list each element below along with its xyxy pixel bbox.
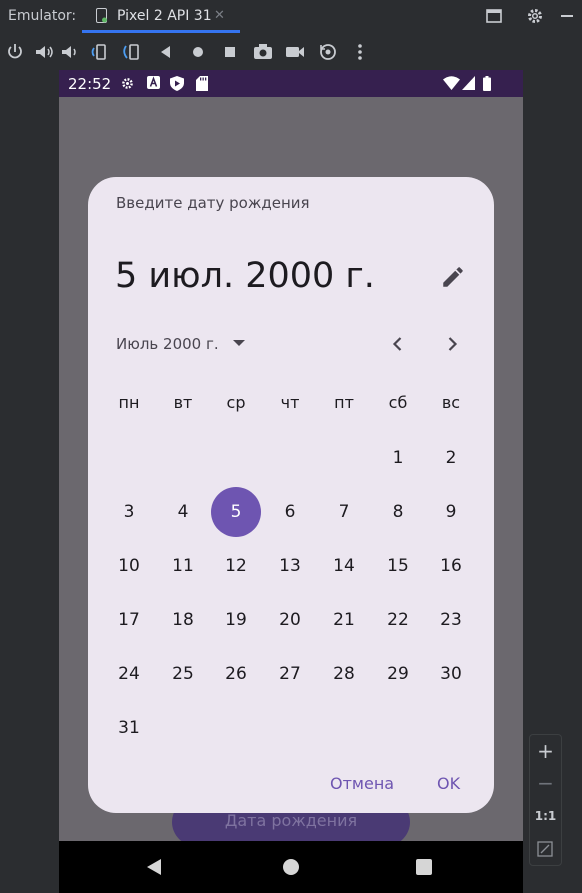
tab-label: Pixel 2 API 31 xyxy=(117,8,212,24)
status-bar: 22:52 xyxy=(59,70,523,97)
camera-icon[interactable] xyxy=(251,40,275,64)
calendar-day[interactable]: 4 xyxy=(158,487,208,537)
ide-tab-bar: Emulator: Pixel 2 API 31 ✕ xyxy=(0,0,582,33)
gear-icon[interactable] xyxy=(525,6,545,26)
month-year-selector[interactable]: Июль 2000 г. xyxy=(116,335,245,353)
calendar-day[interactable]: 3 xyxy=(104,487,154,537)
calendar-day[interactable]: 29 xyxy=(373,649,423,699)
ok-button[interactable]: OK xyxy=(437,774,460,793)
rotate-right-icon[interactable] xyxy=(120,40,144,64)
emulator-toolbar xyxy=(0,36,582,68)
tab-pixel-2-api-31[interactable]: Pixel 2 API 31 ✕ xyxy=(82,0,240,33)
calendar-day[interactable]: 11 xyxy=(158,541,208,591)
tab-active-indicator xyxy=(82,30,240,33)
calendar-day[interactable]: 17 xyxy=(104,595,154,645)
calendar-day[interactable]: 25 xyxy=(158,649,208,699)
calendar-day[interactable]: 24 xyxy=(104,649,154,699)
weekday-label: ср xyxy=(226,393,246,412)
calendar-day[interactable]: 12 xyxy=(211,541,261,591)
edit-pencil-icon[interactable] xyxy=(440,264,466,290)
cell-signal-icon xyxy=(462,76,475,90)
calendar-day[interactable]: 19 xyxy=(211,595,261,645)
previous-month-icon[interactable] xyxy=(386,332,410,356)
back-icon[interactable] xyxy=(154,40,178,64)
notification-a-icon xyxy=(147,76,160,89)
emulator-screen[interactable]: 22:52 Дата рождения Введите дату рождени… xyxy=(59,70,523,893)
zoom-in-button[interactable]: + xyxy=(530,739,561,763)
calendar-day[interactable]: 6 xyxy=(265,487,315,537)
wifi-icon xyxy=(443,76,460,90)
nav-back-icon[interactable] xyxy=(145,858,163,876)
weekday-label: пн xyxy=(118,393,140,412)
tab-close-icon[interactable]: ✕ xyxy=(214,8,225,23)
calendar-day[interactable]: 26 xyxy=(211,649,261,699)
video-icon[interactable] xyxy=(283,40,307,64)
power-icon[interactable] xyxy=(3,40,27,64)
overview-icon[interactable] xyxy=(218,40,242,64)
cancel-button[interactable]: Отмена xyxy=(330,774,394,793)
calendar-day[interactable]: 21 xyxy=(319,595,369,645)
calendar-day[interactable]: 15 xyxy=(373,541,423,591)
device-icon xyxy=(96,8,107,23)
calendar-day[interactable]: 22 xyxy=(373,595,423,645)
settings-icon xyxy=(122,78,133,89)
calendar-day[interactable]: 10 xyxy=(104,541,154,591)
weekday-label: пт xyxy=(334,393,354,412)
android-navigation-bar xyxy=(59,841,523,893)
calendar-day[interactable]: 31 xyxy=(104,703,154,753)
calendar-day[interactable]: 18 xyxy=(158,595,208,645)
rotate-left-icon[interactable] xyxy=(88,40,112,64)
calendar-day[interactable]: 23 xyxy=(426,595,476,645)
home-icon[interactable] xyxy=(186,40,210,64)
calendar-day[interactable]: 28 xyxy=(319,649,369,699)
nav-home-icon[interactable] xyxy=(282,858,300,876)
emulator-label: Emulator: xyxy=(8,8,77,24)
calendar-day[interactable]: 13 xyxy=(265,541,315,591)
more-icon[interactable] xyxy=(348,40,372,64)
calendar-day[interactable]: 14 xyxy=(319,541,369,591)
zoom-controls-panel: + − 1:1 xyxy=(529,734,562,866)
battery-icon xyxy=(483,76,491,91)
month-year-label: Июль 2000 г. xyxy=(116,335,219,353)
next-month-icon[interactable] xyxy=(440,332,464,356)
calendar-day[interactable]: 16 xyxy=(426,541,476,591)
weekday-label: чт xyxy=(280,393,300,412)
volume-down-icon[interactable] xyxy=(58,40,82,64)
calendar-day[interactable]: 2 xyxy=(426,433,476,483)
date-picker-dialog: Введите дату рождения 5 июл. 2000 г. Июл… xyxy=(88,177,494,813)
calendar-day[interactable]: 8 xyxy=(373,487,423,537)
minimize-icon[interactable] xyxy=(557,6,577,26)
weekday-label: вс xyxy=(441,393,461,412)
zoom-out-button[interactable]: − xyxy=(530,771,561,795)
calendar-day[interactable]: 20 xyxy=(265,595,315,645)
restore-window-icon[interactable] xyxy=(484,6,504,26)
weekday-label: вт xyxy=(173,393,193,412)
dropdown-arrow-icon xyxy=(232,339,245,346)
app-background-scrim: Дата рождения Введите дату рождения 5 ию… xyxy=(59,97,523,846)
zoom-actual-size-button[interactable]: 1:1 xyxy=(530,809,561,823)
calendar-day[interactable]: 9 xyxy=(426,487,476,537)
selected-date-headline: 5 июл. 2000 г. xyxy=(115,256,375,296)
birth-date-button-label: Дата рождения xyxy=(224,811,358,830)
weekday-label: сб xyxy=(388,393,408,412)
nav-overview-icon[interactable] xyxy=(415,858,433,876)
calendar-day[interactable]: 7 xyxy=(319,487,369,537)
calendar-day[interactable]: 1 xyxy=(373,433,423,483)
calendar-day[interactable]: 30 xyxy=(426,649,476,699)
calendar-day[interactable]: 27 xyxy=(265,649,315,699)
status-time: 22:52 xyxy=(68,75,112,93)
dialog-title: Введите дату рождения xyxy=(116,194,310,212)
shield-play-icon xyxy=(170,76,184,91)
zoom-fit-screen-icon[interactable] xyxy=(537,841,553,857)
sd-card-icon xyxy=(196,76,208,91)
snapshot-icon[interactable] xyxy=(316,40,340,64)
volume-up-icon[interactable] xyxy=(32,40,56,64)
calendar-day-selected[interactable]: 5 xyxy=(211,487,261,537)
